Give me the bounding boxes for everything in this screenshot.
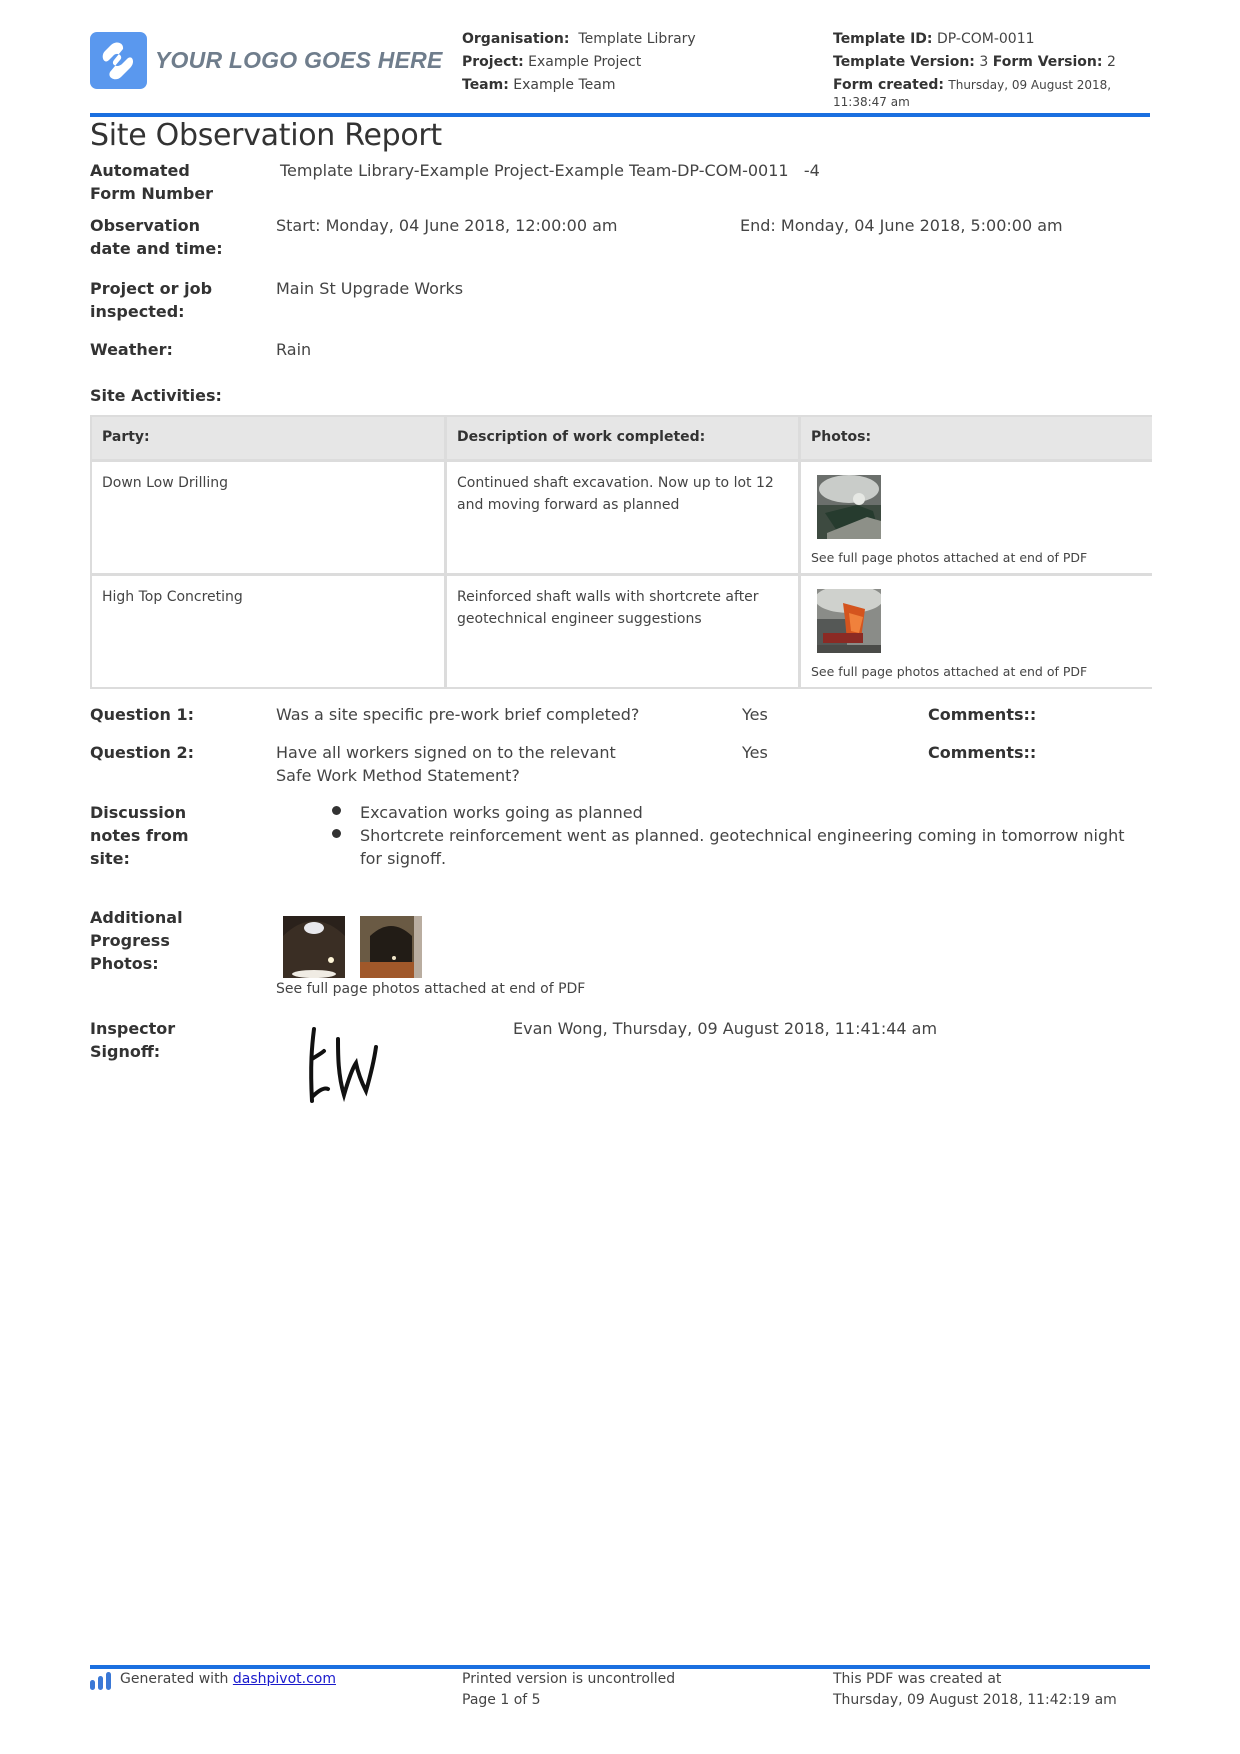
form-created-line: Form created: Thursday, 09 August 2018, … — [833, 77, 1112, 109]
photo-note: See full page photos attached at end of … — [811, 550, 1088, 565]
site-activities-label: Site Activities: — [90, 386, 222, 405]
progress-photo-thumbnail[interactable] — [283, 916, 345, 978]
organisation-line: Organisation: Template Library — [462, 31, 696, 47]
pdf-created-label: This PDF was created at — [833, 1671, 1002, 1687]
template-id-line: Template ID: DP-COM-0011 — [833, 31, 1035, 47]
table-cell-description: Reinforced shaft walls with shortcrete a… — [447, 576, 798, 687]
table-header-description: Description of work completed: — [447, 417, 798, 459]
table-cell-party: High Top Concreting — [92, 576, 444, 687]
site-activities-table: Party: Description of work completed: Ph… — [90, 415, 1152, 689]
signature-image — [309, 1027, 378, 1103]
photo-note: See full page photos attached at end of … — [811, 664, 1088, 679]
discussion-list: Excavation works going as planned Shortc… — [330, 801, 1130, 870]
discussion-item: Shortcrete reinforcement went as planned… — [330, 824, 1130, 870]
team-line: Team: Example Team — [462, 77, 616, 93]
footer-generated: Generated with dashpivot.com — [120, 1669, 336, 1690]
observation-label: Observation date and time: — [90, 216, 223, 258]
question-2-comments-label: Comments:: — [928, 743, 1037, 762]
observation-end: End: Monday, 04 June 2018, 5:00:00 am — [740, 216, 1063, 235]
form-version-value: 2 — [1106, 54, 1116, 70]
question-2-answer: Yes — [742, 743, 768, 762]
weather-value: Rain — [276, 340, 312, 359]
discussion-label: Discussion notes from site: — [90, 803, 189, 868]
footer-right: This PDF was created at Thursday, 09 Aug… — [833, 1669, 1117, 1711]
table-header-party: Party: — [92, 417, 444, 459]
signoff-value: Evan Wong, Thursday, 09 August 2018, 11:… — [513, 1019, 938, 1038]
header-divider — [90, 113, 1150, 117]
inspector-signoff-label: Inspector Signoff: — [90, 1019, 176, 1061]
table-cell-photos: See full page photos attached at end of … — [801, 462, 1152, 573]
table-cell-description: Continued shaft excavation. Now up to lo… — [447, 462, 798, 573]
template-version-value: 3 — [979, 54, 989, 70]
question-1-label: Question 1: — [90, 705, 194, 724]
project-line: Project: Example Project — [462, 54, 642, 70]
page-title: Site Observation Report — [90, 118, 442, 153]
form-number-value: Template Library-Example Project-Example… — [280, 161, 820, 180]
additional-photos-label: Additional Progress Photos: — [90, 908, 183, 973]
question-2-label: Question 2: — [90, 743, 194, 762]
question-2-text: Have all workers signed on to the releva… — [276, 743, 616, 785]
team-value: Example Team — [513, 77, 616, 93]
dashpivot-link[interactable]: dashpivot.com — [233, 1671, 336, 1687]
question-1-answer: Yes — [742, 705, 768, 724]
table-cell-party: Down Low Drilling — [92, 462, 444, 573]
header-template-block: Template ID: DP-COM-0011 Template Versio… — [833, 28, 1153, 111]
table-header-photos: Photos: — [801, 417, 1152, 459]
organisation-value: Template Library — [578, 31, 696, 47]
discussion-item: Excavation works going as planned — [330, 801, 1130, 824]
project-value: Example Project — [528, 54, 642, 70]
site-photo-thumbnail[interactable] — [817, 475, 881, 539]
template-id-value: DP-COM-0011 — [936, 31, 1035, 47]
site-photo-thumbnail[interactable] — [817, 589, 881, 653]
table-cell-photos: See full page photos attached at end of … — [801, 576, 1152, 687]
footer-center: Printed version is uncontrolled Page 1 o… — [462, 1669, 675, 1711]
weather-label: Weather: — [90, 340, 173, 359]
question-1-comments-label: Comments:: — [928, 705, 1037, 724]
project-job-value: Main St Upgrade Works — [276, 279, 464, 298]
version-line: Template Version: 3 Form Version: 2 — [833, 54, 1116, 70]
logo-icon — [90, 32, 147, 89]
logo-text: YOUR LOGO GOES HERE — [155, 47, 443, 73]
project-job-label: Project or job inspected: — [90, 279, 213, 321]
footer-generated-prefix: Generated with — [120, 1671, 229, 1687]
observation-start: Start: Monday, 04 June 2018, 12:00:00 am — [276, 216, 618, 235]
additional-photos-note: See full page photos attached at end of … — [276, 981, 586, 997]
form-number-label: Automated Form Number — [90, 161, 214, 203]
uncontrolled-notice: Printed version is uncontrolled — [462, 1671, 676, 1687]
progress-photo-thumbnail[interactable] — [360, 916, 422, 978]
header-org-block: Organisation: Template Library Project: … — [462, 28, 696, 97]
dashpivot-icon — [90, 1672, 111, 1690]
page-number: Page 1 of 5 — [462, 1692, 541, 1708]
question-1-text: Was a site specific pre-work brief compl… — [276, 705, 640, 724]
pdf-created-value: Thursday, 09 August 2018, 11:42:19 am — [833, 1692, 1117, 1708]
